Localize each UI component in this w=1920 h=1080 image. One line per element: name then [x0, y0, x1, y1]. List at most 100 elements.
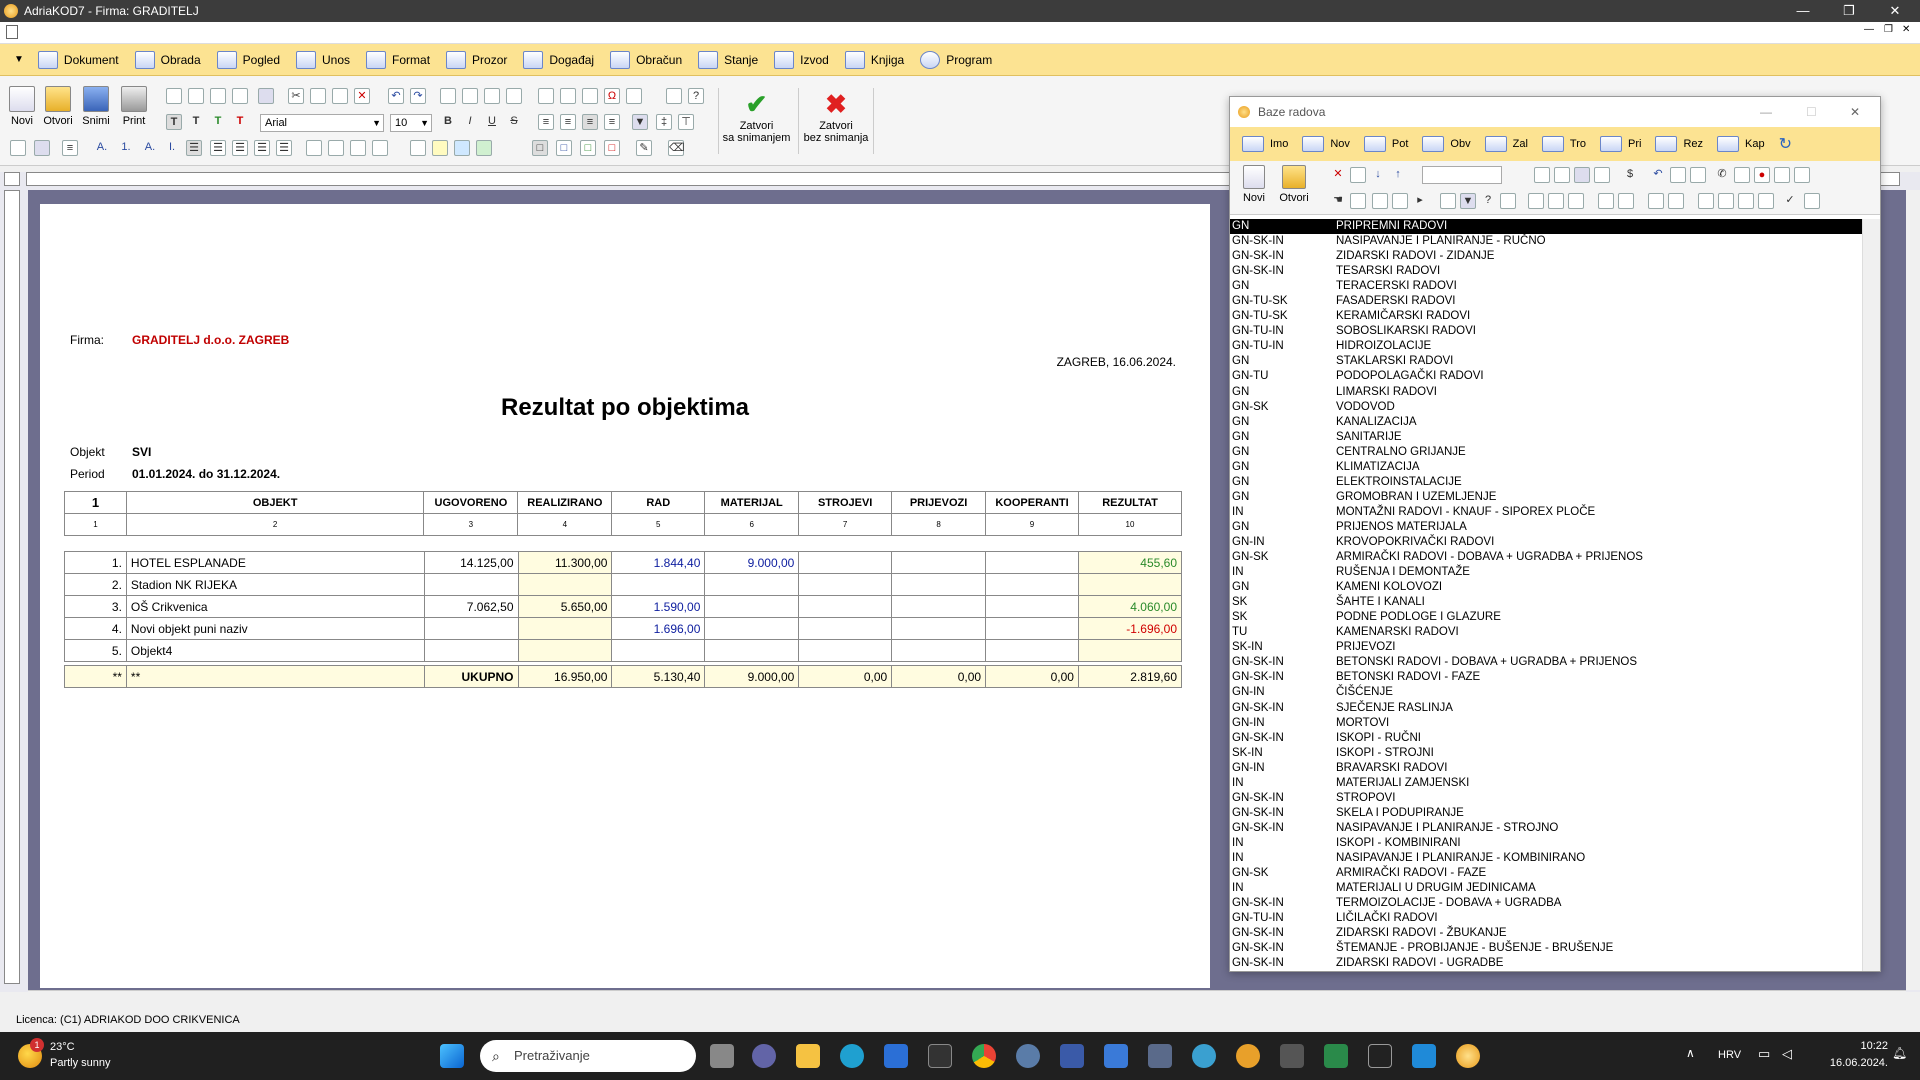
- table-icon[interactable]: [506, 88, 522, 104]
- sort-asc-icon[interactable]: ↓: [1370, 167, 1386, 183]
- calendar-icon[interactable]: [1690, 167, 1706, 183]
- doc-list-icon[interactable]: [1350, 193, 1366, 209]
- tab-nov[interactable]: Nov: [1302, 136, 1350, 152]
- arrow-right-icon[interactable]: ▸: [1412, 193, 1428, 209]
- list-item[interactable]: GN-SK-IN SJEČENJE RASLINJA: [1230, 701, 1862, 716]
- list-item[interactable]: GN-SK VODOVOD: [1230, 400, 1862, 415]
- question-icon[interactable]: ?: [1480, 193, 1496, 209]
- horizontal-scrollbar[interactable]: [28, 990, 1906, 1002]
- list-item[interactable]: GN-IN KROVOPOKRIVAČKI RADOVI: [1230, 535, 1862, 550]
- align-center-icon[interactable]: ≡: [560, 114, 576, 130]
- bell-icon[interactable]: 🔔︎: [1892, 1046, 1907, 1060]
- calc-icon[interactable]: [1500, 193, 1516, 209]
- preview-icon[interactable]: [166, 88, 182, 104]
- list-item[interactable]: IN MATERIJALI U DRUGIM JEDINICAMA: [1230, 881, 1862, 896]
- list-item[interactable]: GN LIMARSKI RADOVI: [1230, 385, 1862, 400]
- report3-icon[interactable]: [1568, 193, 1584, 209]
- menu-dokument[interactable]: Dokument: [32, 46, 129, 74]
- list-item[interactable]: GN-SK-IN BETONSKI RADOVI - DOBAVA + UGRAD…: [1230, 655, 1862, 670]
- language-indicator[interactable]: HRV: [1718, 1049, 1741, 1061]
- tree-icon[interactable]: [1648, 193, 1664, 209]
- menu-dogadaj[interactable]: Događaj: [517, 46, 604, 74]
- menu-program[interactable]: Program: [914, 46, 1002, 74]
- table-row[interactable]: 5. Objekt4: [64, 639, 1183, 662]
- vertical-scrollbar[interactable]: [1906, 190, 1920, 990]
- hand-icon[interactable]: ☚: [1330, 193, 1346, 209]
- outdent-icon[interactable]: ☰: [210, 140, 226, 156]
- structure-icon[interactable]: [1668, 193, 1684, 209]
- redo-icon[interactable]: ↷: [410, 88, 426, 104]
- maximize-button[interactable]: ❐: [1826, 0, 1872, 22]
- list-item[interactable]: TU KAMENARSKI RADOVI: [1230, 625, 1862, 640]
- undo-icon[interactable]: ↶: [1650, 167, 1666, 183]
- image-icon[interactable]: [1774, 167, 1790, 183]
- eraser-icon[interactable]: ⌫: [668, 140, 685, 156]
- list-item[interactable]: GN-SK ARMIRAČKI RADOVI - FAZE: [1230, 866, 1862, 881]
- house-icon[interactable]: [1738, 193, 1754, 209]
- text-style-t-icon[interactable]: T: [166, 114, 182, 130]
- list-item[interactable]: IN NASIPAVANJE I PLANIRANJE - KOMBINIRANO: [1230, 851, 1862, 866]
- minimize-button[interactable]: —: [1780, 0, 1826, 22]
- baze-open-button[interactable]: Otvori: [1276, 165, 1312, 204]
- list-item[interactable]: GN-SK-IN ZIDARSKI RADOVI - UGRADBE: [1230, 956, 1862, 971]
- font-select[interactable]: Arial ▼: [260, 114, 384, 132]
- tab-obv[interactable]: Obv: [1422, 136, 1471, 152]
- list-icon[interactable]: ☰: [186, 140, 202, 156]
- copy-icon[interactable]: [310, 88, 326, 104]
- list-item[interactable]: GN-IN BRAVARSKI RADOVI: [1230, 761, 1862, 776]
- yellow-fill-icon[interactable]: [432, 140, 448, 156]
- list-item[interactable]: GN PRIJENOS MATERIJALA: [1230, 520, 1862, 535]
- justify-icon[interactable]: ≡: [604, 114, 620, 130]
- refresh-icon[interactable]: [440, 88, 456, 104]
- page-icon[interactable]: [232, 88, 248, 104]
- list-item[interactable]: GN PRIPREMNI RADOVI: [1230, 219, 1862, 235]
- lines-icon[interactable]: ≡: [62, 140, 78, 156]
- bold-icon[interactable]: B: [440, 114, 456, 130]
- zoom-out-icon[interactable]: [210, 88, 226, 104]
- open-button[interactable]: Otvori: [40, 86, 76, 127]
- list-item[interactable]: GN KANALIZACIJA: [1230, 415, 1862, 430]
- chart-icon[interactable]: [560, 88, 576, 104]
- strike-icon[interactable]: S: [506, 114, 522, 130]
- list-item[interactable]: GN CENTRALNO GRIJANJE: [1230, 445, 1862, 460]
- menu-knjiga[interactable]: Knjiga: [839, 46, 914, 74]
- menu-dropdown-icon[interactable]: ▼: [14, 54, 24, 65]
- menu-unos[interactable]: Unos: [290, 46, 360, 74]
- valign-middle-icon[interactable]: ‡: [656, 114, 672, 130]
- list-view-icon[interactable]: [1554, 167, 1570, 183]
- list-item[interactable]: GN-TU-IN LIČILAČKI RADOVI: [1230, 911, 1862, 926]
- close-button[interactable]: ✕: [1850, 97, 1860, 127]
- layout-icon[interactable]: [258, 88, 274, 104]
- list-item[interactable]: GN KAMENI KOLOVOZI: [1230, 580, 1862, 595]
- magnet-icon[interactable]: Ω: [604, 88, 620, 104]
- binoculars-icon[interactable]: [1510, 167, 1526, 183]
- print-button[interactable]: Print: [116, 86, 152, 127]
- list-item[interactable]: GN SANITARIJE: [1230, 430, 1862, 445]
- mdi-minimize-icon[interactable]: —: [1864, 24, 1874, 35]
- list-item[interactable]: GN-SK-IN ZIDARSKI RADOVI - ZIDANJE: [1230, 249, 1862, 264]
- table-row[interactable]: 3. OŠ Crikvenica 7.062,50 5.650,00 1.590,00 4…: [64, 595, 1183, 618]
- format-icon[interactable]: [10, 140, 26, 156]
- list-item[interactable]: GN-SK-IN ISKOPI - RUČNI: [1230, 731, 1862, 746]
- text-style-t2-icon[interactable]: T: [188, 114, 204, 130]
- export-icon[interactable]: [1698, 193, 1714, 209]
- tools-icon[interactable]: [666, 88, 682, 104]
- binoculars-icon[interactable]: [582, 88, 598, 104]
- baze-scrollbar[interactable]: [1862, 219, 1880, 971]
- clock-time[interactable]: 10:22: [1816, 1040, 1888, 1052]
- record-icon[interactable]: ●: [1754, 167, 1770, 183]
- report-icon[interactable]: [1528, 193, 1544, 209]
- table-row[interactable]: 1. HOTEL ESPLANADE 14.125,00 11.300,00 1.844…: [64, 551, 1183, 574]
- tab-pri[interactable]: Pri: [1599, 136, 1641, 152]
- border-red-icon[interactable]: □: [604, 140, 620, 156]
- volume-icon[interactable]: ◁: [1782, 1046, 1792, 1062]
- grid-view-icon[interactable]: [1574, 167, 1590, 183]
- form-icon[interactable]: [1794, 167, 1810, 183]
- text-size-icon[interactable]: A.: [94, 140, 110, 156]
- arrows-icon[interactable]: [1598, 193, 1614, 209]
- menu-obrada[interactable]: Obrada: [129, 46, 211, 74]
- house2-icon[interactable]: [1758, 193, 1774, 209]
- brush-icon[interactable]: [626, 88, 642, 104]
- network-icon[interactable]: ▭: [1758, 1046, 1770, 1062]
- list-item[interactable]: GN-SK-IN NASIPAVANJE I PLANIRANJE - STROJ…: [1230, 821, 1862, 836]
